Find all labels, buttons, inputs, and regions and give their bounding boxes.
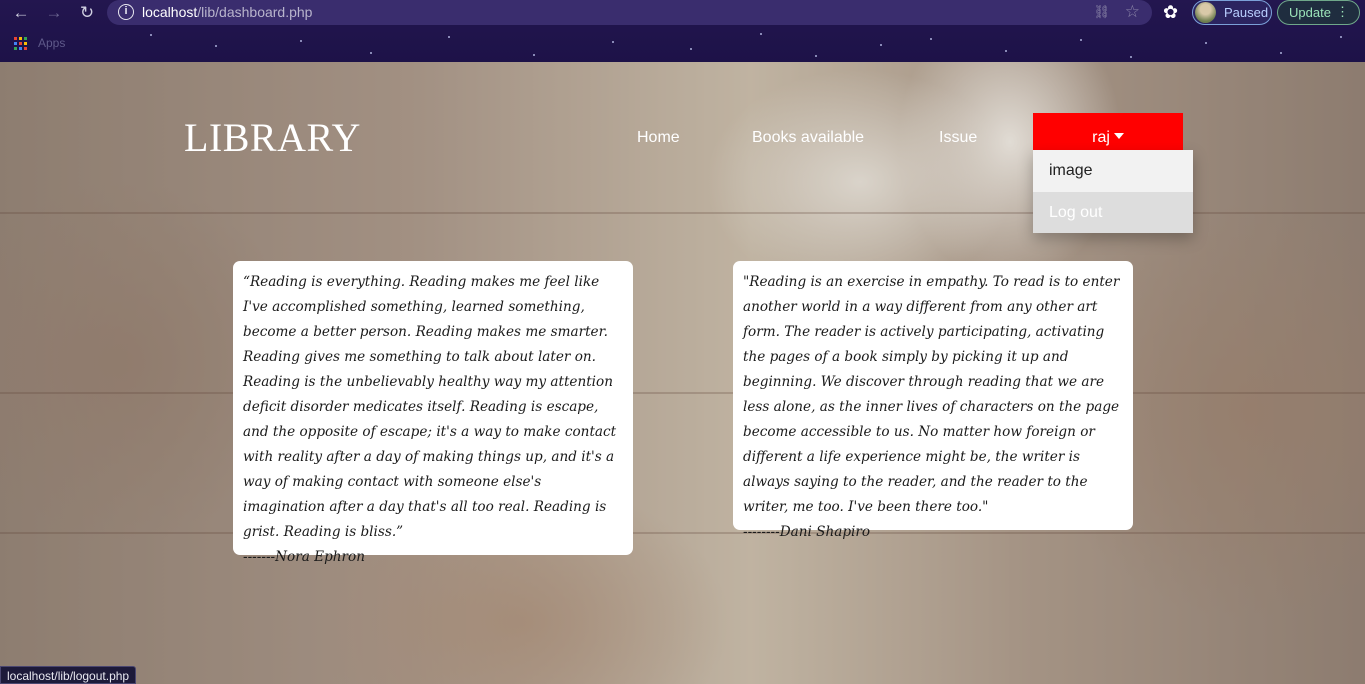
user-menu-button[interactable]: raj xyxy=(1033,113,1183,150)
profile-avatar xyxy=(1195,2,1216,23)
dropdown-item-image[interactable]: image xyxy=(1033,150,1193,191)
update-button[interactable]: Update ⋮ xyxy=(1277,0,1360,25)
profile-status: Paused xyxy=(1224,5,1269,20)
shelf-decor xyxy=(0,532,1365,534)
profile-button[interactable]: Paused xyxy=(1192,0,1272,25)
user-name: raj xyxy=(1092,129,1110,146)
url-path: /lib/dashboard.php xyxy=(197,4,313,20)
quote-author: -------Nora Ephron xyxy=(243,549,365,565)
browser-chrome: ← → ↻ i localhost/lib/dashboard.php ⛓ ☆ … xyxy=(0,0,1365,62)
reload-icon[interactable]: ↻ xyxy=(76,2,98,24)
nav-home[interactable]: Home xyxy=(637,129,680,147)
quote-card: "Reading is an exercise in empathy. To r… xyxy=(733,261,1133,540)
back-icon[interactable]: ← xyxy=(10,2,32,24)
forward-icon[interactable]: → xyxy=(43,2,65,24)
apps-label: Apps xyxy=(38,36,66,50)
nav-issue[interactable]: Issue xyxy=(939,129,977,147)
key-icon[interactable]: ⛓ xyxy=(1093,4,1110,20)
extensions-icon[interactable]: ✿ xyxy=(1163,2,1178,23)
dropdown-item-logout[interactable]: Log out xyxy=(1033,192,1193,233)
status-bar-url: localhost/lib/logout.php xyxy=(0,666,137,684)
user-dropdown: image Log out xyxy=(1033,150,1193,233)
quote-author: --------Dani Shapiro xyxy=(743,524,871,540)
bookmark-star-icon[interactable]: ☆ xyxy=(1125,2,1140,22)
quote-text: “Reading is everything. Reading makes me… xyxy=(243,274,617,540)
shelf-decor xyxy=(0,392,1365,394)
kebab-menu-icon[interactable]: ⋮ xyxy=(1336,4,1349,20)
update-label: Update xyxy=(1289,5,1331,20)
quote-text: "Reading is an exercise in empathy. To r… xyxy=(743,274,1120,515)
page-body: LIBRARY Home Books available Issue raj i… xyxy=(0,62,1365,684)
apps-grid-icon xyxy=(14,37,27,50)
site-logo[interactable]: LIBRARY xyxy=(184,114,361,161)
quote-card: “Reading is everything. Reading makes me… xyxy=(233,261,633,565)
url-text[interactable]: localhost/lib/dashboard.php xyxy=(142,4,312,20)
url-host: localhost xyxy=(142,4,198,20)
address-bar[interactable]: i localhost/lib/dashboard.php ⛓ ☆ xyxy=(107,0,1152,25)
caret-down-icon xyxy=(1113,132,1124,139)
site-info-icon[interactable]: i xyxy=(118,4,134,20)
nav-books-available[interactable]: Books available xyxy=(752,129,864,147)
